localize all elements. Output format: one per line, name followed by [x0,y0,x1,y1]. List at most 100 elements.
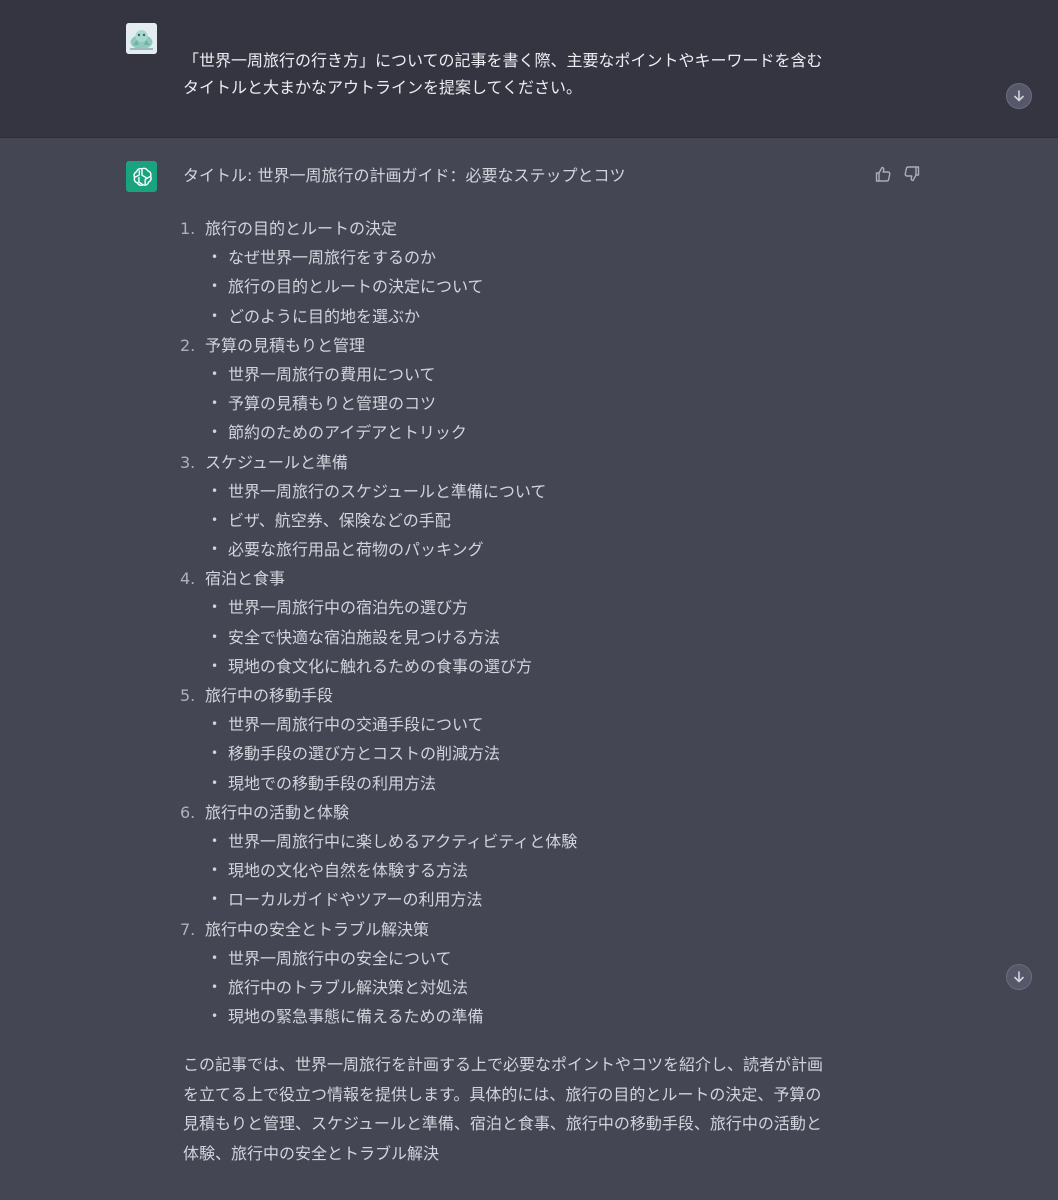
sub-list: • 世界一周旅行中の宿泊先の選び方 • 安全で快適な宿泊施設を見つける方法 • 現地の… [180,593,880,681]
outline-section: 5. 旅行中の移動手段 • 世界一周旅行中の交通手段について • 移動手段の選び方とコ… [180,681,880,798]
list-item-text: 世界一周旅行中に楽しめるアクティビティと体験 [228,831,578,851]
bullet-icon: • [211,542,219,557]
list-item-text: 旅行中のトラブル解決策と対処法 [228,977,469,997]
section-number: 4. [180,569,196,589]
sub-list: • なぜ世界一周旅行をするのか • 旅行の目的とルートの決定について • どのように目… [180,243,880,331]
summary-line: を立てる上で役立つ情報を提供します。具体的には、旅行の目的とルートの決定、予算の [183,1084,822,1104]
list-item-text: 現地の食文化に触れるための食事の選び方 [228,656,533,676]
arrow-down-icon [1014,971,1024,983]
bullet-icon: • [211,775,219,790]
thumbs-up-icon[interactable] [874,165,892,183]
list-item: • 節約のためのアイデアとトリック [180,418,880,447]
list-item: • どのように目的地を選ぶか [180,302,880,331]
list-item: • 現地の緊急事態に備えるための準備 [180,1002,880,1031]
bullet-icon: • [211,717,219,732]
list-item-text: ローカルガイドやツアーの利用方法 [228,890,483,910]
section-number: 7. [180,919,196,939]
bullet-icon: • [211,396,219,411]
list-item: • 現地での移動手段の利用方法 [180,769,880,798]
bullet-icon: • [211,512,219,527]
user-message-text: 「世界一周旅行の行き方」についての記事を書く際、主要なポイントやキーワードを含む… [183,47,883,101]
bullet-icon: • [211,863,219,878]
openai-logo-icon [126,161,157,192]
outline-section: 1. 旅行の目的とルートの決定 • なぜ世界一周旅行をするのか • 旅行の目的とルート… [180,214,880,331]
bullet-icon: • [211,250,219,265]
section-title: 旅行中の活動と体験 [205,802,350,822]
section-number: 1. [180,219,196,238]
bullet-icon: • [211,833,219,848]
bullet-icon: • [211,425,219,440]
list-item: • 旅行の目的とルートの決定について [180,272,880,301]
bullet-icon: • [211,892,219,907]
sub-list: • 世界一周旅行中に楽しめるアクティビティと体験 • 現地の文化や自然を体験する方法… [180,827,880,915]
outline-list: 1. 旅行の目的とルートの決定 • なぜ世界一周旅行をするのか • 旅行の目的とルート… [180,214,880,1031]
list-item: • 移動手段の選び方とコストの削減方法 [180,739,880,768]
bullet-icon: • [211,308,219,323]
scroll-down-button[interactable] [1006,964,1032,990]
list-item-text: 世界一周旅行中の交通手段について [228,715,484,735]
thumbs-down-icon[interactable] [903,165,921,183]
response-summary: この記事では、世界一周旅行を計画する上で必要なポイントやコツを紹介し、読者が計画… [183,1050,863,1168]
outline-section: 4. 宿泊と食事 • 世界一周旅行中の宿泊先の選び方 • 安全で快適な宿泊施設を見つけ… [180,564,880,681]
list-item: • 現地の文化や自然を体験する方法 [180,856,880,885]
outline-section: 2. 予算の見積もりと管理 • 世界一周旅行の費用について • 予算の見積もりと管理の… [180,331,880,448]
list-item: • 現地の食文化に触れるための食事の選び方 [180,652,880,681]
list-item: • ローカルガイドやツアーの利用方法 [180,885,880,914]
user-message-line: 「世界一周旅行の行き方」についての記事を書く際、主要なポイントやキーワードを含む [183,51,823,70]
list-item-text: 現地での移動手段の利用方法 [228,773,437,793]
summary-line: 見積もりと管理、スケジュールと準備、宿泊と食事、旅行中の移動手段、旅行中の活動と [183,1114,822,1133]
bullet-icon: • [211,629,219,644]
sub-list: • 世界一周旅行の費用について • 予算の見積もりと管理のコツ • 節約のためのアイデ… [180,360,880,448]
list-item-text: 予算の見積もりと管理のコツ [228,394,437,414]
user-message: 「世界一周旅行の行き方」についての記事を書く際、主要なポイントやキーワードを含む… [0,0,1058,138]
list-item-text: どのように目的地を選ぶか [228,306,421,326]
list-item: • 世界一周旅行中の安全について [180,944,880,973]
section-number: 5. [180,686,196,705]
scroll-down-button[interactable] [1006,83,1032,109]
user-message-line: タイトルと大まかなアウトラインを提案してください。 [183,78,583,97]
list-item-text: 旅行の目的とルートの決定について [228,277,484,297]
list-item: • 世界一周旅行中の宿泊先の選び方 [180,593,880,622]
bullet-icon: • [211,950,219,965]
list-item: • ビザ、航空券、保険などの手配 [180,506,880,535]
list-item-text: なぜ世界一周旅行をするのか [228,248,437,268]
list-item-text: 現地の文化や自然を体験する方法 [228,861,469,881]
list-item-text: 世界一周旅行中の宿泊先の選び方 [228,598,469,618]
bullet-icon: • [211,366,219,381]
bullet-icon: • [211,658,219,673]
list-item: • 必要な旅行用品と荷物のパッキング [180,535,880,564]
bullet-icon: • [211,979,219,994]
bullet-icon: • [211,746,219,761]
section-title: 旅行中の移動手段 [205,686,334,705]
sub-list: • 世界一周旅行中の交通手段について • 移動手段の選び方とコストの削減方法 • 現地… [180,710,880,798]
list-item: • 世界一周旅行中に楽しめるアクティビティと体験 [180,827,880,856]
list-item-text: 節約のためのアイデアとトリック [228,423,467,443]
list-item: • なぜ世界一周旅行をするのか [180,243,880,272]
list-item-text: 安全で快適な宿泊施設を見つける方法 [228,627,501,647]
outline-section: 3. スケジュールと準備 • 世界一周旅行のスケジュールと準備について • ビザ、航空… [180,448,880,565]
section-title: 旅行の目的とルートの決定 [205,219,398,238]
section-title: 宿泊と食事 [205,569,286,589]
sub-list: • 世界一周旅行のスケジュールと準備について • ビザ、航空券、保険などの手配 • 必… [180,477,880,565]
list-item-text: 移動手段の選び方とコストの削減方法 [228,744,501,764]
arrow-down-icon [1014,90,1024,102]
outline-section: 6. 旅行中の活動と体験 • 世界一周旅行中に楽しめるアクティビティと体験 • 現地の… [180,798,880,915]
summary-line: 体験、旅行中の安全とトラブル解決 [183,1143,440,1163]
list-item: • 予算の見積もりと管理のコツ [180,389,880,418]
list-item: • 世界一周旅行のスケジュールと準備について [180,477,880,506]
list-item-text: 必要な旅行用品と荷物のパッキング [228,540,484,560]
list-item: • 世界一周旅行の費用について [180,360,880,389]
section-title: 旅行中の安全とトラブル解決策 [205,919,430,939]
list-item: • 安全で快適な宿泊施設を見つける方法 [180,623,880,652]
section-title: スケジュールと準備 [205,452,348,472]
section-title: 予算の見積もりと管理 [205,335,366,355]
bullet-icon: • [211,1009,219,1024]
list-item-text: 世界一周旅行中の安全について [228,948,452,968]
summary-line: この記事では、世界一周旅行を計画する上で必要なポイントやコツを紹介し、読者が計画 [183,1055,824,1074]
sub-list: • 世界一周旅行中の安全について • 旅行中のトラブル解決策と対処法 • 現地の緊急事… [180,944,880,1032]
user-avatar-icon [126,23,157,54]
bullet-icon: • [211,600,219,615]
section-number: 2. [180,335,196,355]
bullet-icon: • [211,483,219,498]
list-item-text: 世界一周旅行の費用について [228,364,436,384]
